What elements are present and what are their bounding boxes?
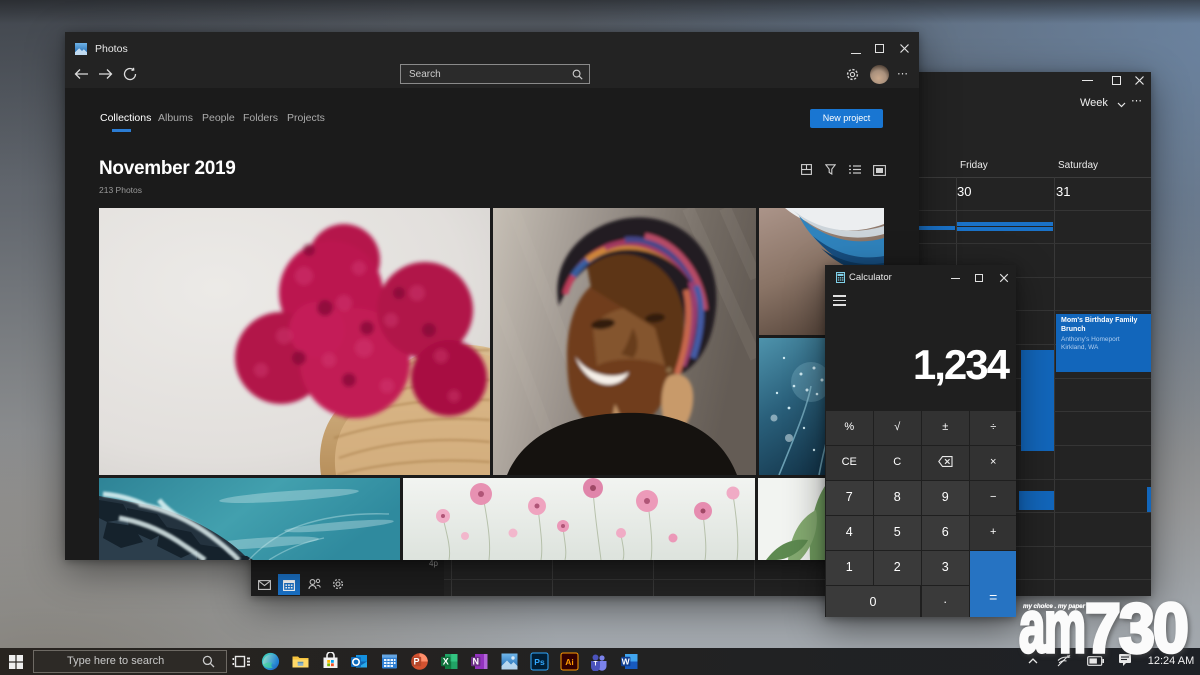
svg-text:730: 730	[1085, 594, 1187, 660]
svg-text:am: am	[1019, 594, 1085, 660]
